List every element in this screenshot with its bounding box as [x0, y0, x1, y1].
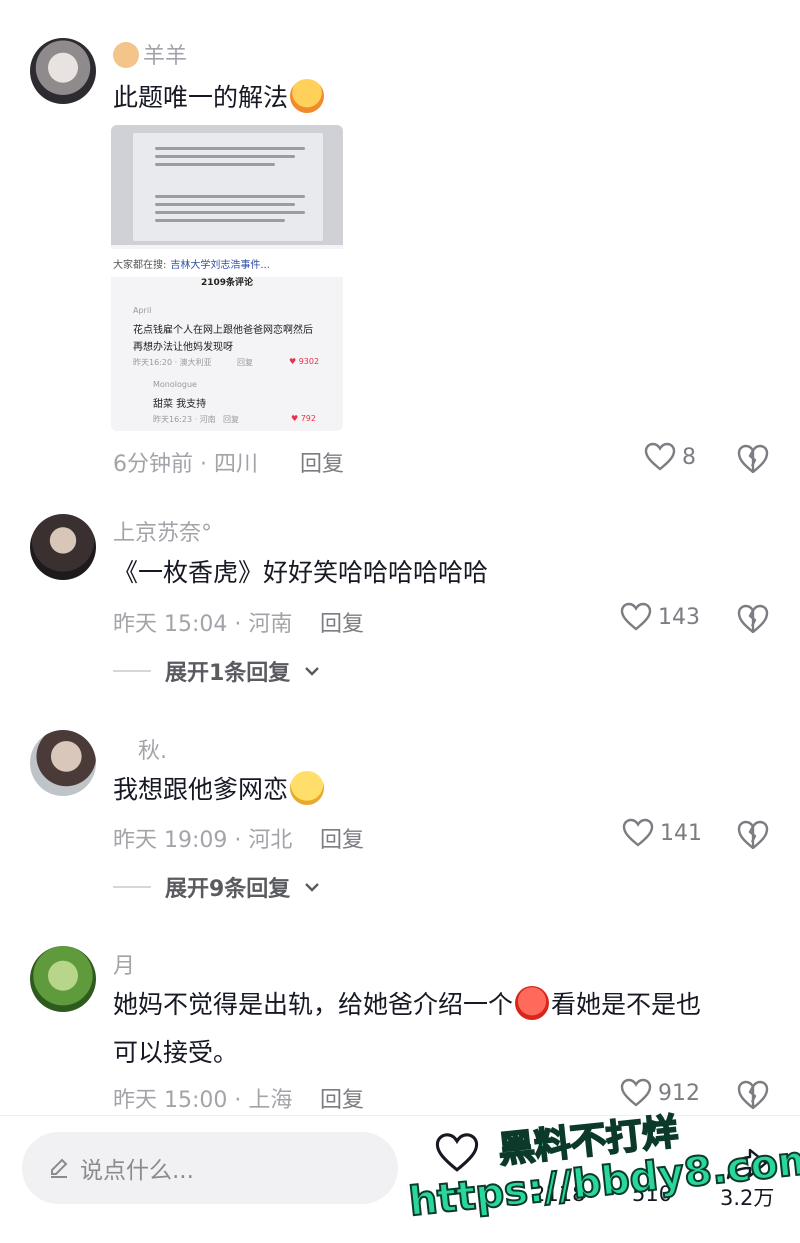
comment-username[interactable]: 上京苏奈°	[113, 515, 212, 547]
angry-emoji-icon	[515, 986, 550, 1020]
avatar[interactable]	[30, 514, 96, 580]
dog-emoji-icon	[113, 42, 139, 68]
heart-icon	[644, 442, 676, 471]
comment-text: 她妈不觉得是出轨，给她爸介绍一个 看她是不是也	[113, 982, 701, 1028]
broken-heart-icon[interactable]	[736, 818, 770, 852]
reply-button[interactable]: 回复	[320, 606, 364, 638]
image-search-bar: 大家都在搜: 吉林大学刘志浩事件...	[111, 249, 343, 277]
comment-meta: 昨天 19:09 · 河北	[113, 828, 293, 853]
pencil-icon	[51, 1158, 68, 1178]
heart-icon	[620, 602, 652, 631]
like-video-button[interactable]	[434, 1132, 480, 1174]
expand-replies-button[interactable]: 展开1条回复	[113, 655, 320, 687]
comment-input[interactable]: 说点什么...	[22, 1132, 398, 1204]
comment-username[interactable]: 秋.	[138, 733, 167, 765]
like-count: 8	[682, 444, 696, 470]
avatar[interactable]	[30, 38, 96, 104]
like-button[interactable]: 141	[622, 818, 702, 848]
broken-heart-icon[interactable]	[736, 1078, 770, 1112]
heart-icon	[435, 1133, 479, 1172]
reply-button[interactable]: 回复	[320, 822, 364, 854]
reply-button[interactable]: 回复	[320, 1082, 364, 1114]
reply-button[interactable]: 回复	[300, 446, 344, 478]
chevron-down-icon	[305, 883, 320, 892]
comment-text: 此题唯一的解法	[113, 75, 325, 121]
smile-emoji-icon	[290, 771, 325, 805]
heart-icon	[622, 818, 654, 847]
comment-meta: 6分钟前 · 四川	[113, 452, 258, 477]
comment-username[interactable]: 羊羊	[113, 38, 187, 70]
comment-meta: 昨天 15:04 · 河南	[113, 612, 293, 637]
expand-replies-button[interactable]: 展开9条回复	[113, 871, 320, 903]
blush-emoji-icon	[290, 79, 325, 113]
chevron-down-icon	[305, 667, 320, 676]
comment-item: 羊羊 此题唯一的解法 大家都在搜: 吉林大学刘志浩事件... 2109条评论 Ap…	[0, 0, 800, 490]
avatar[interactable]	[30, 946, 96, 1012]
like-count: 143	[658, 604, 700, 630]
comment-meta: 昨天 15:00 · 上海	[113, 1088, 293, 1113]
like-button[interactable]: 8	[644, 442, 696, 472]
comment-image[interactable]: 大家都在搜: 吉林大学刘志浩事件... 2109条评论 April 花点钱雇个人在…	[111, 125, 343, 431]
broken-heart-icon[interactable]	[736, 442, 770, 476]
like-count: 912	[658, 1080, 700, 1106]
like-count: 141	[660, 820, 702, 846]
comment-username[interactable]: 月	[113, 948, 135, 980]
heart-icon	[620, 1078, 652, 1107]
comment-text-line2: 可以接受。	[113, 1038, 239, 1067]
comment-text: 《一枚香虎》好好笑哈哈哈哈哈哈	[113, 558, 489, 587]
comment-text: 我想跟他爹网恋	[113, 767, 325, 813]
broken-heart-icon[interactable]	[736, 602, 770, 636]
like-button[interactable]: 143	[620, 602, 700, 632]
avatar[interactable]	[30, 730, 96, 796]
